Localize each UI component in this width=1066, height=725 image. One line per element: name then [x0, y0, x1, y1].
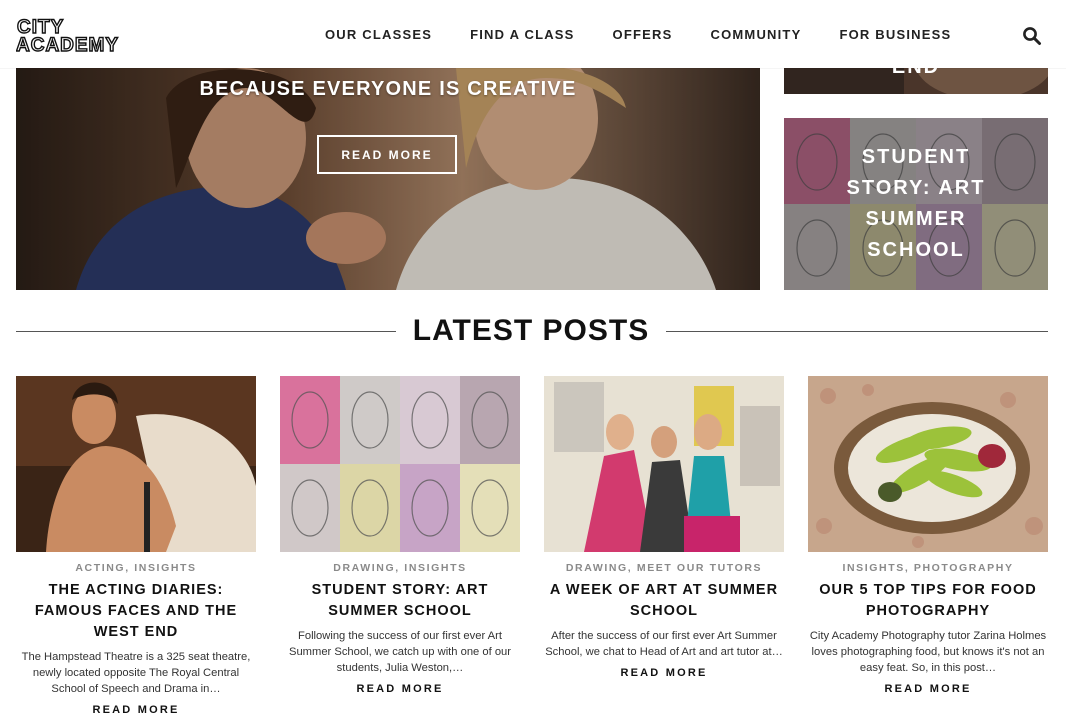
category-link[interactable]: PHOTOGRAPHY: [914, 562, 1014, 574]
category-link[interactable]: DRAWING: [566, 562, 628, 574]
read-more-link[interactable]: READ MORE: [16, 704, 256, 716]
post-excerpt: The Hampstead Theatre is a 325 seat thea…: [21, 651, 251, 695]
post-thumbnail[interactable]: [544, 376, 784, 552]
category-link[interactable]: ACTING: [75, 562, 125, 574]
category-link[interactable]: DRAWING: [333, 562, 395, 574]
nav-find-a-class[interactable]: FIND A CLASS: [470, 27, 574, 42]
read-more-link[interactable]: READ MORE: [544, 667, 784, 679]
nav-offers[interactable]: OFFERS: [613, 27, 673, 42]
post-categories: DRAWING, MEET OUR TUTORS: [565, 562, 763, 574]
hero-banner[interactable]: BECAUSE EVERYONE IS CREATIVE READ MORE: [16, 68, 760, 290]
latest-posts-heading: LATEST POSTS: [412, 314, 650, 347]
city-academy-logo[interactable]: CITY ACADEMY: [15, 16, 148, 56]
site-header: CITY ACADEMY OUR CLASSES FIND A CLASS OF…: [0, 0, 1066, 68]
post-excerpt: After the success of our first ever Art …: [545, 630, 783, 658]
post-categories: ACTING, INSIGHTS: [75, 562, 197, 574]
svg-text:ACADEMY: ACADEMY: [16, 35, 119, 54]
nav-community[interactable]: COMMUNITY: [710, 27, 801, 42]
section-divider-right: [666, 331, 1048, 332]
category-link[interactable]: INSIGHTS: [404, 562, 466, 574]
hero-read-more-button[interactable]: READ MORE: [317, 135, 457, 174]
category-link[interactable]: MEET OUR TUTORS: [637, 562, 762, 574]
post-excerpt: Following the success of our first ever …: [289, 630, 511, 674]
post-categories: DRAWING, INSIGHTS: [333, 562, 467, 574]
side-tile-bottom-title: STUDENT STORY: ART SUMMER SCHOOL: [846, 146, 986, 261]
main-nav: OUR CLASSES FIND A CLASS OFFERS COMMUNIT…: [306, 0, 970, 68]
post-categories: INSIGHTS, PHOTOGRAPHY: [842, 562, 1014, 574]
post-thumbnail[interactable]: [808, 376, 1048, 552]
search-icon[interactable]: [1022, 26, 1042, 46]
read-more-link[interactable]: READ MORE: [280, 683, 520, 695]
post-excerpt: City Academy Photography tutor Zarina Ho…: [809, 630, 1047, 674]
post-title[interactable]: OUR 5 TOP TIPS FOR FOOD PHOTOGRAPHY: [808, 580, 1048, 622]
hero-photo: [16, 68, 760, 290]
post-card: DRAWING, MEET OUR TUTORS A WEEK OF ART A…: [544, 376, 784, 679]
hero-tagline: BECAUSE EVERYONE IS CREATIVE: [199, 78, 577, 100]
category-link[interactable]: INSIGHTS: [842, 562, 904, 574]
post-card: ACTING, INSIGHTS THE ACTING DIARIES: FAM…: [16, 376, 256, 716]
category-link[interactable]: INSIGHTS: [134, 562, 196, 574]
post-thumbnail[interactable]: [280, 376, 520, 552]
post-thumbnail[interactable]: [16, 376, 256, 552]
post-card: INSIGHTS, PHOTOGRAPHY OUR 5 TOP TIPS FOR…: [808, 376, 1048, 695]
read-more-link[interactable]: READ MORE: [808, 683, 1048, 695]
post-title[interactable]: THE ACTING DIARIES: FAMOUS FACES AND THE…: [16, 580, 256, 643]
section-divider-left: [16, 331, 396, 332]
post-title[interactable]: STUDENT STORY: ART SUMMER SCHOOL: [280, 580, 520, 622]
nav-our-classes[interactable]: OUR CLASSES: [325, 27, 432, 42]
nav-for-business[interactable]: FOR BUSINESS: [839, 27, 951, 42]
post-title[interactable]: A WEEK OF ART AT SUMMER SCHOOL: [544, 580, 784, 622]
side-tile-student-story[interactable]: STUDENT STORY: ART SUMMER SCHOOL: [784, 118, 1048, 290]
post-card: DRAWING, INSIGHTS STUDENT STORY: ART SUM…: [280, 376, 520, 695]
